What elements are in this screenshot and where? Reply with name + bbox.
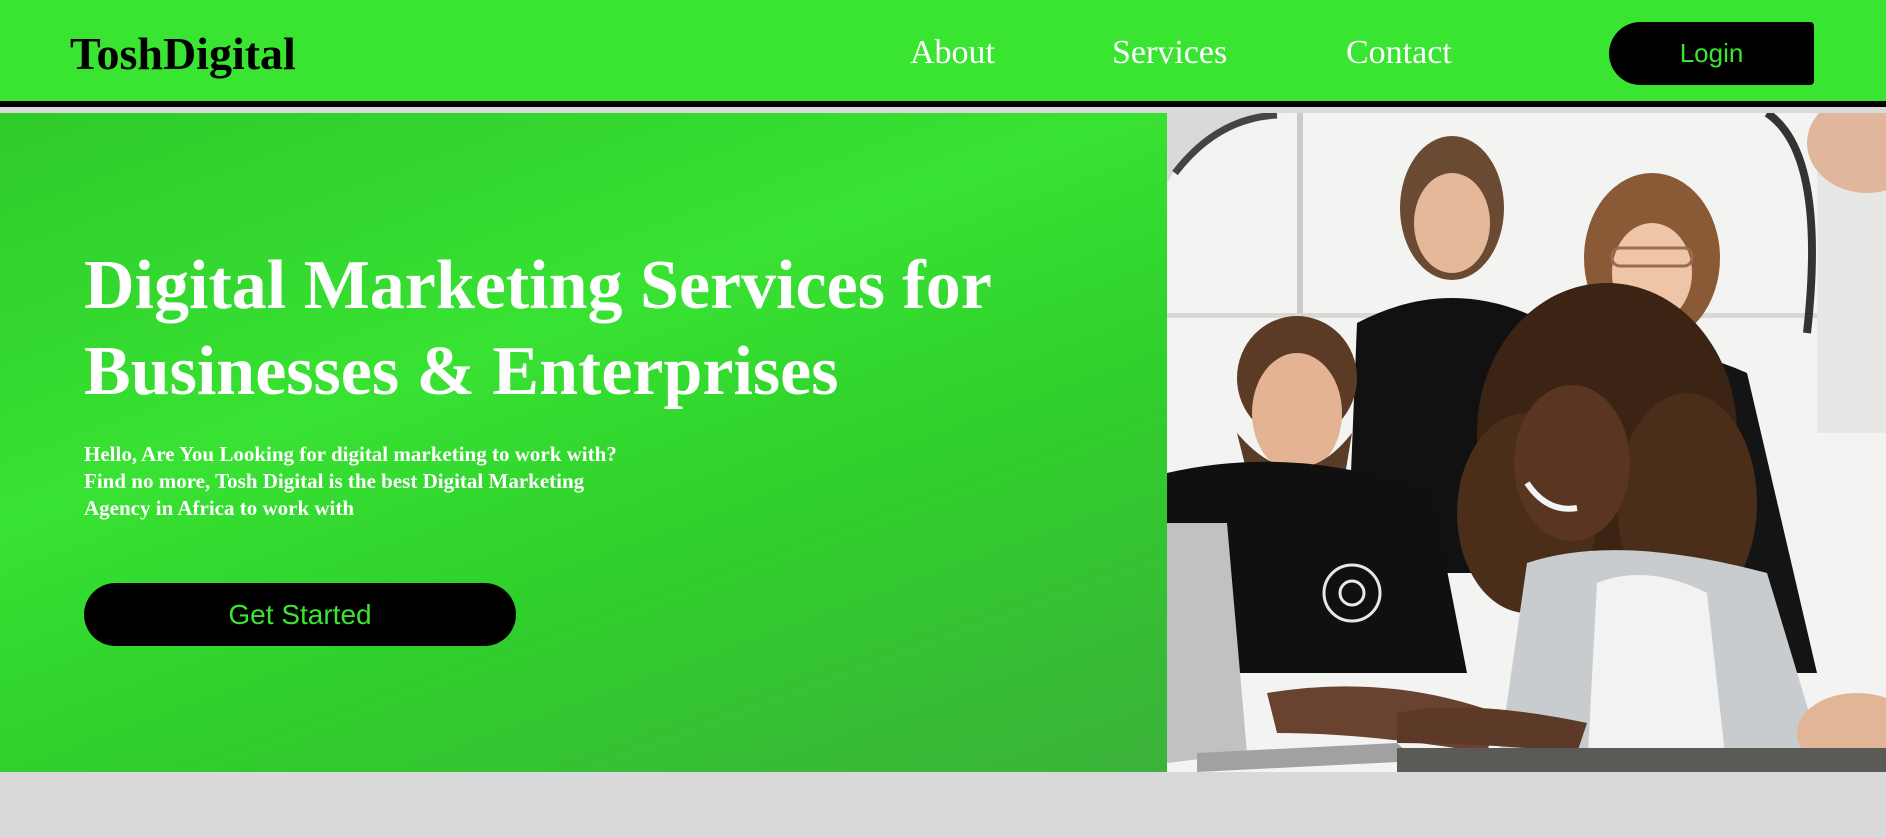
nav-services-link[interactable]: Services — [1112, 28, 1227, 78]
team-photo-illustration — [1167, 113, 1886, 772]
login-button[interactable]: Login — [1609, 22, 1814, 85]
logo[interactable]: ToshDigital — [70, 26, 296, 82]
hero-description: Hello, Are You Looking for digital marke… — [84, 441, 724, 522]
nav-contact-link[interactable]: Contact — [1346, 28, 1452, 78]
footer-strip — [0, 772, 1886, 838]
nav-about-link[interactable]: About — [910, 28, 995, 78]
hero-description-line-1: Hello, Are You Looking for digital marke… — [84, 442, 617, 466]
site-header: ToshDigital About Services Contact Login — [0, 0, 1886, 107]
hero-section: Digital Marketing Services for Businesse… — [0, 113, 1167, 772]
hero-title-line-2: Businesses & Enterprises — [84, 333, 839, 410]
hero-title-line-1: Digital Marketing Services for — [84, 247, 992, 324]
hero-photo — [1167, 113, 1886, 772]
hero-title: Digital Marketing Services for Businesse… — [84, 243, 1104, 415]
hero-description-line-3: Agency in Africa to work with — [84, 496, 355, 520]
hero-description-line-2: Find no more, Tosh Digital is the best D… — [84, 469, 585, 493]
get-started-button[interactable]: Get Started — [84, 583, 516, 646]
